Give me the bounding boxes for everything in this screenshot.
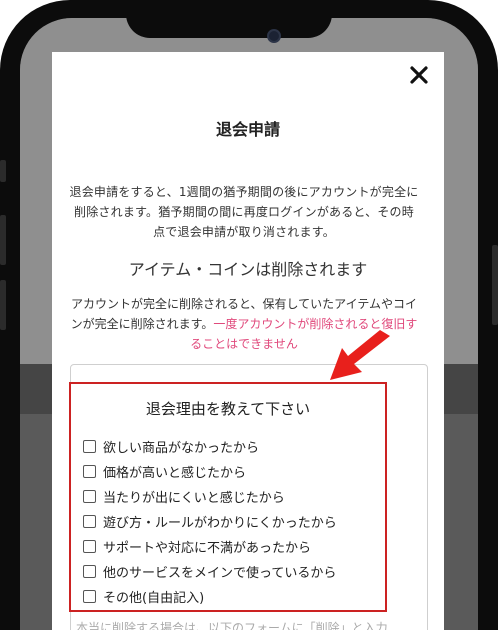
reasons-title: 退会理由を教えて下さい <box>145 400 311 418</box>
phone-volume-button <box>0 215 6 265</box>
reason-label: 欲しい商品がなかったから <box>103 440 260 456</box>
checkbox[interactable] <box>83 464 96 478</box>
delete-instructions: 本当に削除する場合は、以下のフォームに「削除」と入力 <box>76 621 388 630</box>
phone-power-button <box>492 245 498 325</box>
reason-option-hard-to-win[interactable]: 当たりが出にくいと感じたから <box>83 485 285 507</box>
withdrawal-description: 退会申請をすると、1週間の猶予期間の後にアカウントが完全に削除されます。猶予期間… <box>69 185 419 239</box>
checkbox[interactable] <box>83 564 96 578</box>
reasons-highlight-box: 退会理由を教えて下さい 欲しい商品がなかったから 価格が高いと感じたから 当たり… <box>69 382 387 612</box>
reason-option-other-service[interactable]: 他のサービスをメインで使っているから <box>83 560 336 582</box>
reason-label: サポートや対応に不満があったから <box>103 540 312 556</box>
reason-option-price-high[interactable]: 価格が高いと感じたから <box>83 460 246 482</box>
reason-label: 当たりが出にくいと感じたから <box>103 490 285 506</box>
phone-notch <box>126 0 332 38</box>
camera-icon <box>267 29 281 43</box>
arrow-icon <box>330 330 390 380</box>
checkbox[interactable] <box>83 539 96 553</box>
reason-option-support-dissatisfied[interactable]: サポートや対応に不満があったから <box>83 535 311 557</box>
reason-label: 価格が高いと感じたから <box>103 465 247 481</box>
reason-label: その他(自由記入) <box>103 590 205 606</box>
reason-label: 他のサービスをメインで使っているから <box>103 565 337 581</box>
checkbox[interactable] <box>83 489 96 503</box>
reason-option-other-free[interactable]: その他(自由記入) <box>83 585 204 607</box>
checkbox[interactable] <box>83 589 96 603</box>
modal-title: 退会申請 <box>215 120 280 139</box>
close-icon[interactable] <box>408 64 430 86</box>
phone-side-button <box>0 160 6 182</box>
phone-volume-button <box>0 280 6 330</box>
reason-label: 遊び方・ルールがわかりにくかったから <box>103 515 337 531</box>
phone-frame: 退会申請 退会申請をすると、1週間の猶予期間の後にアカウントが完全に削除されます… <box>0 0 498 630</box>
reason-option-no-products[interactable]: 欲しい商品がなかったから <box>83 435 259 457</box>
reason-option-rules-unclear[interactable]: 遊び方・ルールがわかりにくかったから <box>83 510 337 532</box>
checkbox[interactable] <box>83 439 96 453</box>
checkbox[interactable] <box>83 514 96 528</box>
items-coins-heading: アイテム・コインは削除されます <box>128 260 368 279</box>
